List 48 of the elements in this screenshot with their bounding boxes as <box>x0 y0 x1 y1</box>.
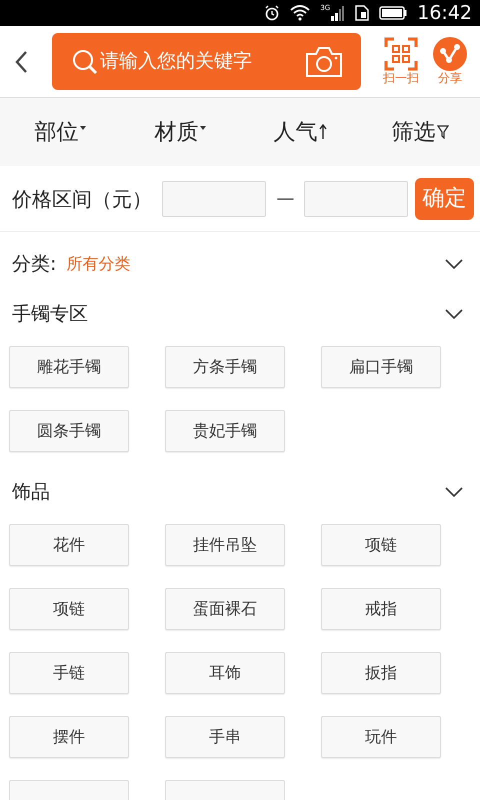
back-icon <box>14 50 28 74</box>
price-label: 价格区间（元） <box>12 186 153 212</box>
category-button[interactable]: 圆条手镯 <box>9 410 129 452</box>
category-button[interactable]: 方条手镯 <box>165 346 285 388</box>
battery-icon <box>379 6 408 20</box>
range-separator: — <box>276 187 294 211</box>
camera-icon[interactable] <box>305 46 343 78</box>
min-price-field[interactable] <box>162 180 266 216</box>
dropdown-icon <box>80 126 86 130</box>
category-button[interactable]: 戒指 <box>321 588 441 630</box>
category-button[interactable]: 手串 <box>165 716 285 758</box>
qr-scan-icon <box>384 37 418 71</box>
search-field[interactable]: 请输入您的关键字 <box>100 47 305 76</box>
category-button[interactable]: 扳指 <box>321 652 441 694</box>
wifi-icon <box>290 5 310 21</box>
sort-tab[interactable]: 部位 <box>0 116 120 148</box>
category-button[interactable]: 玩件 <box>321 716 441 758</box>
chevron-down-icon[interactable] <box>444 486 464 498</box>
category-button[interactable]: 耳饰 <box>165 652 285 694</box>
dropdown-icon <box>200 126 206 130</box>
arrow-up-icon <box>318 124 326 140</box>
max-price-field[interactable] <box>304 180 408 216</box>
clock-time: 16:42 <box>417 0 472 26</box>
sort-tab[interactable]: 人气 <box>240 116 360 148</box>
category-label: 分类: <box>12 252 56 277</box>
chevron-down-icon[interactable] <box>444 308 464 320</box>
category-button[interactable]: 贵妃手镯 <box>165 410 285 452</box>
category-button[interactable]: 挂件吊坠 <box>165 524 285 566</box>
sort-tab[interactable]: 材质 <box>120 116 240 148</box>
sim-icon <box>355 5 370 21</box>
search-bar[interactable]: 请输入您的关键字 <box>52 33 361 90</box>
search-icon <box>72 48 98 74</box>
category-button[interactable]: 花件 <box>9 524 129 566</box>
filter-icon <box>436 125 448 139</box>
share-icon <box>433 37 467 71</box>
category-button[interactable]: 扁口手镯 <box>321 346 441 388</box>
signal-icon <box>331 5 346 21</box>
category-button[interactable]: 项链 <box>321 524 441 566</box>
category-button[interactable]: 雕花手镯 <box>9 346 129 388</box>
category-button[interactable]: 摆件 <box>9 716 129 758</box>
section-title: 手镯专区 <box>12 302 88 327</box>
category-button[interactable]: 蛋面裸石 <box>165 588 285 630</box>
sort-tab[interactable]: 筛选 <box>360 116 480 148</box>
category-button[interactable]: 手链 <box>9 652 129 694</box>
chevron-down-icon[interactable] <box>444 258 464 270</box>
category-button[interactable]: 项链 <box>9 588 129 630</box>
section-title: 饰品 <box>12 480 50 505</box>
alarm-icon <box>264 5 280 21</box>
